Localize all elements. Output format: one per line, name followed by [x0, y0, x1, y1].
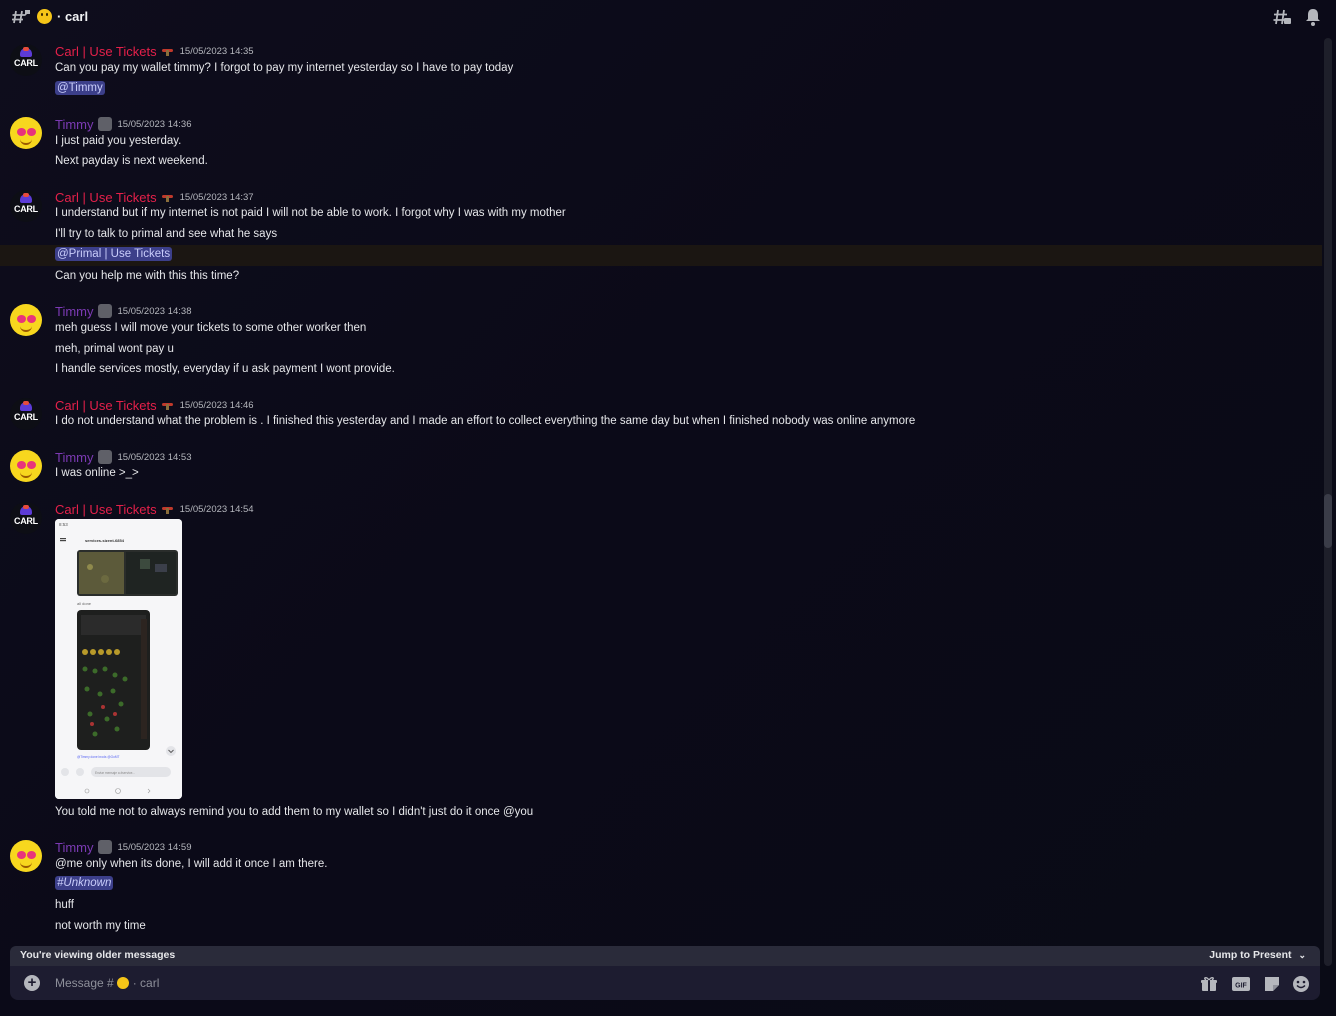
- message-text: Next payday is next weekend.: [55, 155, 208, 167]
- channel-header: · carl: [0, 0, 1336, 34]
- channel-emoji-icon: [37, 9, 52, 24]
- message-text: I handle services mostly, everyday if u …: [55, 363, 395, 375]
- message-highlight: [0, 245, 1322, 266]
- username[interactable]: Carl | Use Tickets: [55, 502, 157, 517]
- threads-icon[interactable]: [1272, 7, 1292, 27]
- avatar[interactable]: [10, 450, 42, 482]
- chevron-down-icon: ⌄: [1298, 950, 1306, 960]
- channel-name: · carl: [57, 9, 89, 24]
- username[interactable]: Carl | Use Tickets: [55, 398, 157, 413]
- role-badge-icon: [97, 117, 112, 131]
- emoji-icon[interactable]: [1292, 975, 1310, 993]
- username[interactable]: Timmy: [55, 117, 94, 132]
- username[interactable]: Timmy: [55, 840, 94, 855]
- avatar[interactable]: CARL: [10, 190, 42, 222]
- scrollbar[interactable]: [1324, 38, 1332, 966]
- username[interactable]: Timmy: [55, 450, 94, 465]
- avatar[interactable]: [10, 840, 42, 872]
- user-mention[interactable]: @Timmy: [55, 81, 105, 95]
- sticker-icon[interactable]: [1263, 975, 1281, 993]
- timestamp: 15/05/2023 14:37: [179, 191, 254, 203]
- username[interactable]: Timmy: [55, 304, 94, 319]
- bell-icon[interactable]: [1303, 7, 1323, 27]
- role-badge-icon: [97, 840, 112, 854]
- user-mention[interactable]: @Primal | Use Tickets: [55, 247, 173, 261]
- message-text: meh guess I will move your tickets to so…: [55, 322, 367, 334]
- message-text: not worth my time: [55, 920, 146, 932]
- avatar[interactable]: CARL: [10, 44, 42, 76]
- attachment-channel: services-sizent-6854: [85, 538, 125, 543]
- channel-mention[interactable]: #Unknown: [55, 876, 114, 890]
- timestamp: 15/05/2023 14:35: [179, 45, 254, 57]
- message-text: I was online >_>: [55, 467, 139, 479]
- role-badge-icon: [97, 450, 112, 464]
- attachment-mention-line: @Timmy done brods @GoMT: [77, 755, 120, 759]
- scrollbar-thumb[interactable]: [1324, 494, 1332, 548]
- role-badge-icon: [161, 400, 174, 411]
- attachment-caption: all done: [77, 601, 92, 606]
- gift-icon[interactable]: [1200, 975, 1218, 993]
- avatar[interactable]: CARL: [10, 502, 42, 534]
- message-text: meh, primal wont pay u: [55, 343, 174, 355]
- timestamp: 15/05/2023 14:36: [117, 118, 192, 130]
- older-messages-banner[interactable]: You're viewing older messages Jump to Pr…: [10, 946, 1320, 966]
- username[interactable]: Carl | Use Tickets: [55, 44, 157, 59]
- phone-screenshot: 8:53 services-sizent-6854 all done @Timm…: [55, 519, 182, 799]
- svg-text:GIF: GIF: [1235, 983, 1247, 990]
- image-attachment[interactable]: 8:53 services-sizent-6854 all done @Timm…: [55, 519, 182, 799]
- message-text: I just paid you yesterday.: [55, 135, 182, 147]
- avatar[interactable]: [10, 117, 42, 149]
- message-text: I understand but if my internet is not p…: [55, 207, 566, 219]
- jump-to-present-button[interactable]: Jump to Present ⌄: [1209, 949, 1306, 961]
- older-messages-label: You're viewing older messages: [20, 949, 176, 961]
- role-badge-icon: [161, 504, 174, 515]
- role-badge-icon: [161, 46, 174, 57]
- message-text: I'll try to talk to primal and see what …: [55, 228, 278, 240]
- message-text: You told me not to always remind you to …: [55, 806, 534, 818]
- timestamp: 15/05/2023 14:38: [117, 305, 192, 317]
- timestamp: 15/05/2023 14:53: [117, 451, 192, 463]
- channel-hash-icon: [12, 10, 30, 24]
- message-text: Can you help me with this this time?: [55, 270, 240, 282]
- message-text: I do not understand what the problem is …: [55, 415, 916, 427]
- role-badge-icon: [97, 304, 112, 318]
- timestamp: 15/05/2023 14:46: [179, 399, 254, 411]
- channel-emoji-icon: [116, 977, 129, 989]
- message-text: @me only when its done, I will add it on…: [55, 858, 328, 870]
- gif-icon[interactable]: GIF: [1231, 975, 1251, 993]
- username[interactable]: Carl | Use Tickets: [55, 190, 157, 205]
- timestamp: 15/05/2023 14:54: [179, 503, 254, 515]
- message-composer[interactable]: + Message # · carl GIF: [10, 966, 1320, 1000]
- role-badge-icon: [161, 192, 174, 203]
- avatar[interactable]: CARL: [10, 398, 42, 430]
- timestamp: 15/05/2023 14:59: [117, 841, 192, 853]
- message-input[interactable]: Message # · carl: [55, 976, 159, 990]
- message-text: huff: [55, 899, 74, 911]
- attachment-input-placeholder: Enviar mensaje a #service...: [95, 771, 135, 775]
- avatar[interactable]: [10, 304, 42, 336]
- status-time: 8:53: [59, 522, 68, 527]
- message-text: Can you pay my wallet timmy? I forgot to…: [55, 62, 514, 74]
- plus-circle-icon[interactable]: +: [24, 975, 40, 991]
